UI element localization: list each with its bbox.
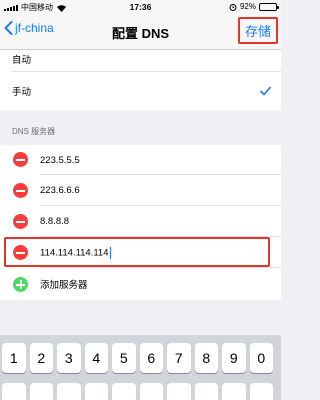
add-server-row[interactable]: 添加服务器 (0, 268, 281, 300)
delete-server-icon[interactable] (13, 245, 28, 260)
battery-percent: 92% (239, 2, 256, 11)
key[interactable]: 1 (2, 343, 26, 373)
dns-server-row[interactable]: 8.8.8.8 (0, 206, 281, 237)
checkmark-icon (260, 86, 271, 96)
mode-manual-row[interactable]: 手动 (0, 72, 281, 110)
key[interactable]: 6 (139, 343, 163, 373)
dns-server-value: 223.5.5.5 (40, 154, 80, 166)
key[interactable] (2, 383, 26, 400)
delete-server-icon[interactable] (13, 183, 28, 198)
keyboard: 1 2 3 4 5 6 7 8 9 0 (0, 335, 281, 400)
key[interactable] (167, 383, 191, 400)
key[interactable]: 2 (29, 343, 53, 373)
key[interactable]: 7 (167, 343, 191, 373)
dns-server-row[interactable]: 223.5.5.5 (0, 145, 281, 175)
dns-server-value: 8.8.8.8 (40, 216, 70, 227)
battery-icon (259, 2, 279, 11)
key[interactable] (29, 383, 53, 400)
key[interactable]: 5 (112, 343, 136, 373)
mode-group: 自动 手动 (0, 50, 281, 110)
save-button[interactable]: 存储 (238, 17, 278, 44)
dns-server-editing-row[interactable]: 114.114.114.114 (0, 237, 281, 268)
navigation-bar: jf-china 配置 DNS 存储 (0, 14, 281, 50)
key[interactable] (139, 383, 163, 400)
dns-server-list: 223.5.5.5 223.6.6.6 8.8.8.8 114.114.114.… (0, 145, 281, 300)
delete-server-icon[interactable] (13, 214, 28, 229)
keyboard-second-row (2, 383, 273, 400)
dns-server-row[interactable]: 223.6.6.6 (0, 175, 281, 206)
key[interactable]: 0 (249, 343, 273, 373)
mode-manual-label: 手动 (12, 87, 32, 98)
key[interactable] (194, 383, 218, 400)
delete-server-icon[interactable] (13, 152, 28, 167)
dns-server-value: 223.6.6.6 (40, 185, 80, 196)
key[interactable] (112, 383, 136, 400)
dns-section-header: DNS 服务器 (12, 127, 56, 136)
key[interactable] (84, 383, 108, 400)
text-caret (109, 246, 111, 259)
mode-auto-row[interactable]: 自动 (0, 50, 281, 72)
key[interactable] (57, 383, 81, 400)
key[interactable] (249, 383, 273, 400)
key[interactable]: 3 (57, 343, 81, 373)
key[interactable]: 9 (222, 343, 246, 373)
status-bar: 中国移动 17:36 92% (0, 0, 281, 14)
mode-auto-label: 自动 (12, 55, 32, 66)
dns-server-input-value: 114.114.114.114 (40, 247, 109, 259)
add-server-label: 添加服务器 (40, 280, 88, 291)
add-server-icon[interactable] (13, 277, 28, 292)
key[interactable]: 8 (194, 343, 218, 373)
dns-server-input[interactable]: 114.114.114.114 (40, 246, 111, 259)
key[interactable] (222, 383, 246, 400)
key[interactable]: 4 (84, 343, 108, 373)
keyboard-number-row: 1 2 3 4 5 6 7 8 9 0 (2, 343, 273, 373)
alarm-icon (229, 3, 237, 11)
